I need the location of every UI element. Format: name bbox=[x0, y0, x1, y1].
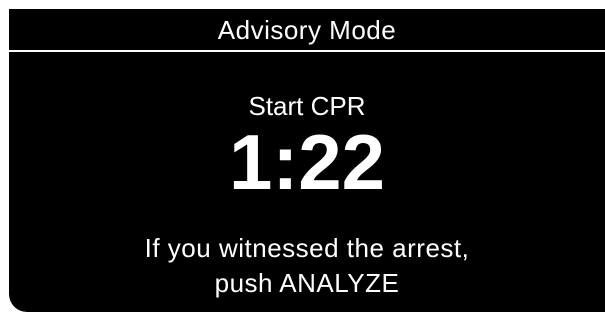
instruction-message: If you witnessed the arrest, push ANALYZ… bbox=[9, 231, 605, 301]
device-screen: Advisory Mode Start CPR 1:22 If you witn… bbox=[9, 9, 605, 312]
instruction-line-1: If you witnessed the arrest, bbox=[144, 233, 470, 263]
cpr-timer: 1:22 bbox=[228, 118, 386, 206]
title-divider bbox=[9, 50, 605, 52]
instruction-line-2: push ANALYZE bbox=[214, 268, 400, 298]
cpr-prompt: Start CPR bbox=[248, 91, 366, 121]
mode-title: Advisory Mode bbox=[217, 14, 397, 45]
title-bar: Advisory Mode bbox=[9, 9, 605, 50]
